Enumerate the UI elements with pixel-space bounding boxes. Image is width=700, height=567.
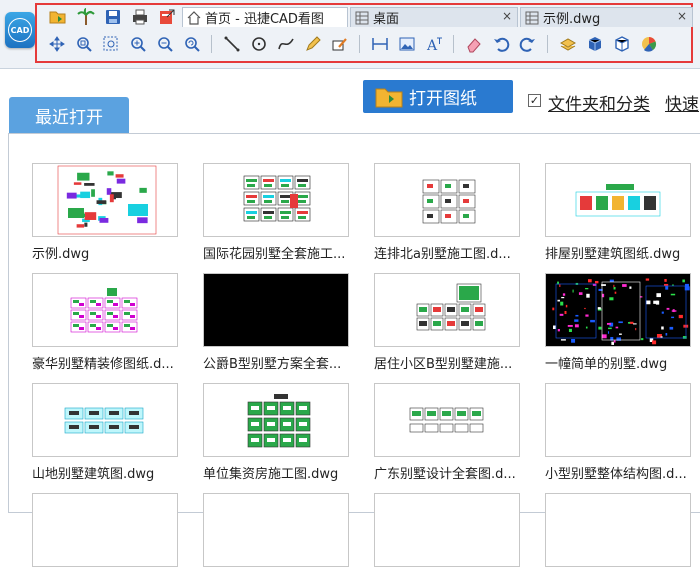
tab-sample-label: 示例.dwg [543,12,601,27]
tab-sample-dwg[interactable]: 示例.dwg × [520,7,693,27]
tab-desktop-close-icon[interactable]: × [502,9,512,23]
file-thumbnail[interactable] [203,163,349,237]
revision-cloud-icon[interactable] [330,34,350,54]
palm-tree-icon[interactable] [76,7,96,27]
file-name: 单位集资房施工图.dwg [203,467,339,482]
file-name: 豪华别墅精装修图纸.d... [32,357,174,372]
pencil-icon[interactable] [303,34,323,54]
color-wheel-icon[interactable] [639,34,659,54]
file-name: 广东别墅设计全套图.d... [374,467,516,482]
tab-home[interactable]: 首页 - 迅捷CAD看图 [182,7,348,27]
curve-icon[interactable] [276,34,296,54]
zoom-in-icon[interactable] [128,34,148,54]
file-thumbnail[interactable] [545,493,691,567]
home-icon [187,10,201,25]
svg-text:A: A [426,38,438,53]
app-logo[interactable]: CAD [5,12,35,48]
tab-desktop[interactable]: 桌面 × [350,7,518,27]
toolbar-area: CAD 首页 - 迅捷CAD看图 桌面 × 示例.dwg × A [0,0,700,69]
file-thumbnail[interactable] [203,493,349,567]
image-icon[interactable] [397,34,417,54]
file-thumbnail[interactable] [374,273,520,347]
export-pdf-icon[interactable] [157,7,177,27]
tab-sample-close-icon[interactable]: × [677,9,687,23]
app-logo-text: CAD [8,18,32,42]
open-drawing-label: 打开图纸 [409,89,477,109]
circle-icon[interactable] [249,34,269,54]
line-icon[interactable] [222,34,242,54]
file-thumbnail[interactable] [545,273,691,347]
eraser-icon[interactable] [464,34,484,54]
save-icon[interactable] [103,7,123,27]
grid-icon [355,11,369,24]
file-thumbnail[interactable] [32,163,178,237]
file-name: 小型别墅整体结构图.d... [545,467,687,482]
toolbar-divider [211,35,212,53]
toolbar-divider [453,35,454,53]
file-thumbnail[interactable] [374,383,520,457]
file-name: 一幢简单的别墅.dwg [545,357,668,372]
measure-icon[interactable] [370,34,390,54]
grid-icon [525,11,539,24]
file-name: 国际花园别墅全套施工... [203,247,346,262]
zoom-out-icon[interactable] [155,34,175,54]
quick-link[interactable]: 快速 [665,90,699,115]
folder-icon [375,88,403,107]
3d-view-icon[interactable] [612,34,632,54]
recent-tab[interactable]: 最近打开 [9,97,129,134]
zoom-window-icon[interactable] [74,34,94,54]
file-thumbnail[interactable] [545,163,691,237]
file-name: 居住小区B型别墅建施... [374,357,513,372]
file-thumbnail[interactable] [32,383,178,457]
folder-category-checkbox[interactable]: ✓ [528,94,541,107]
file-thumbnail[interactable] [374,493,520,567]
print-icon[interactable] [130,7,150,27]
toolbar-divider [359,35,360,53]
tab-home-label: 首页 - 迅捷CAD看图 [205,12,324,27]
redo-icon[interactable] [518,34,538,54]
file-thumbnail[interactable] [374,163,520,237]
open-file-icon[interactable] [48,7,68,27]
text-icon[interactable]: A [424,34,444,54]
file-name: 山地别墅建筑图.dwg [32,467,155,482]
zoom-extents-icon[interactable] [101,34,121,54]
file-name: 公爵B型别墅方案全套... [203,357,342,372]
file-name: 示例.dwg [32,247,90,262]
tab-desktop-label: 桌面 [373,12,400,27]
file-thumbnail[interactable] [32,273,178,347]
file-thumbnail[interactable] [32,493,178,567]
folder-category-label[interactable]: 文件夹和分类 [548,90,650,115]
file-thumbnail[interactable] [545,383,691,457]
zoom-previous-icon[interactable] [182,34,202,54]
pan-icon[interactable] [47,34,67,54]
file-thumbnail[interactable] [203,383,349,457]
file-name: 连排北a别墅施工图.d... [374,247,511,262]
cube-icon[interactable] [585,34,605,54]
undo-icon[interactable] [491,34,511,54]
toolbar-divider [547,35,548,53]
open-drawing-button[interactable]: 打开图纸 [363,80,513,113]
file-name: 排屋别墅建筑图纸.dwg [545,247,681,262]
file-thumbnail[interactable] [203,273,349,347]
layers-icon[interactable] [558,34,578,54]
